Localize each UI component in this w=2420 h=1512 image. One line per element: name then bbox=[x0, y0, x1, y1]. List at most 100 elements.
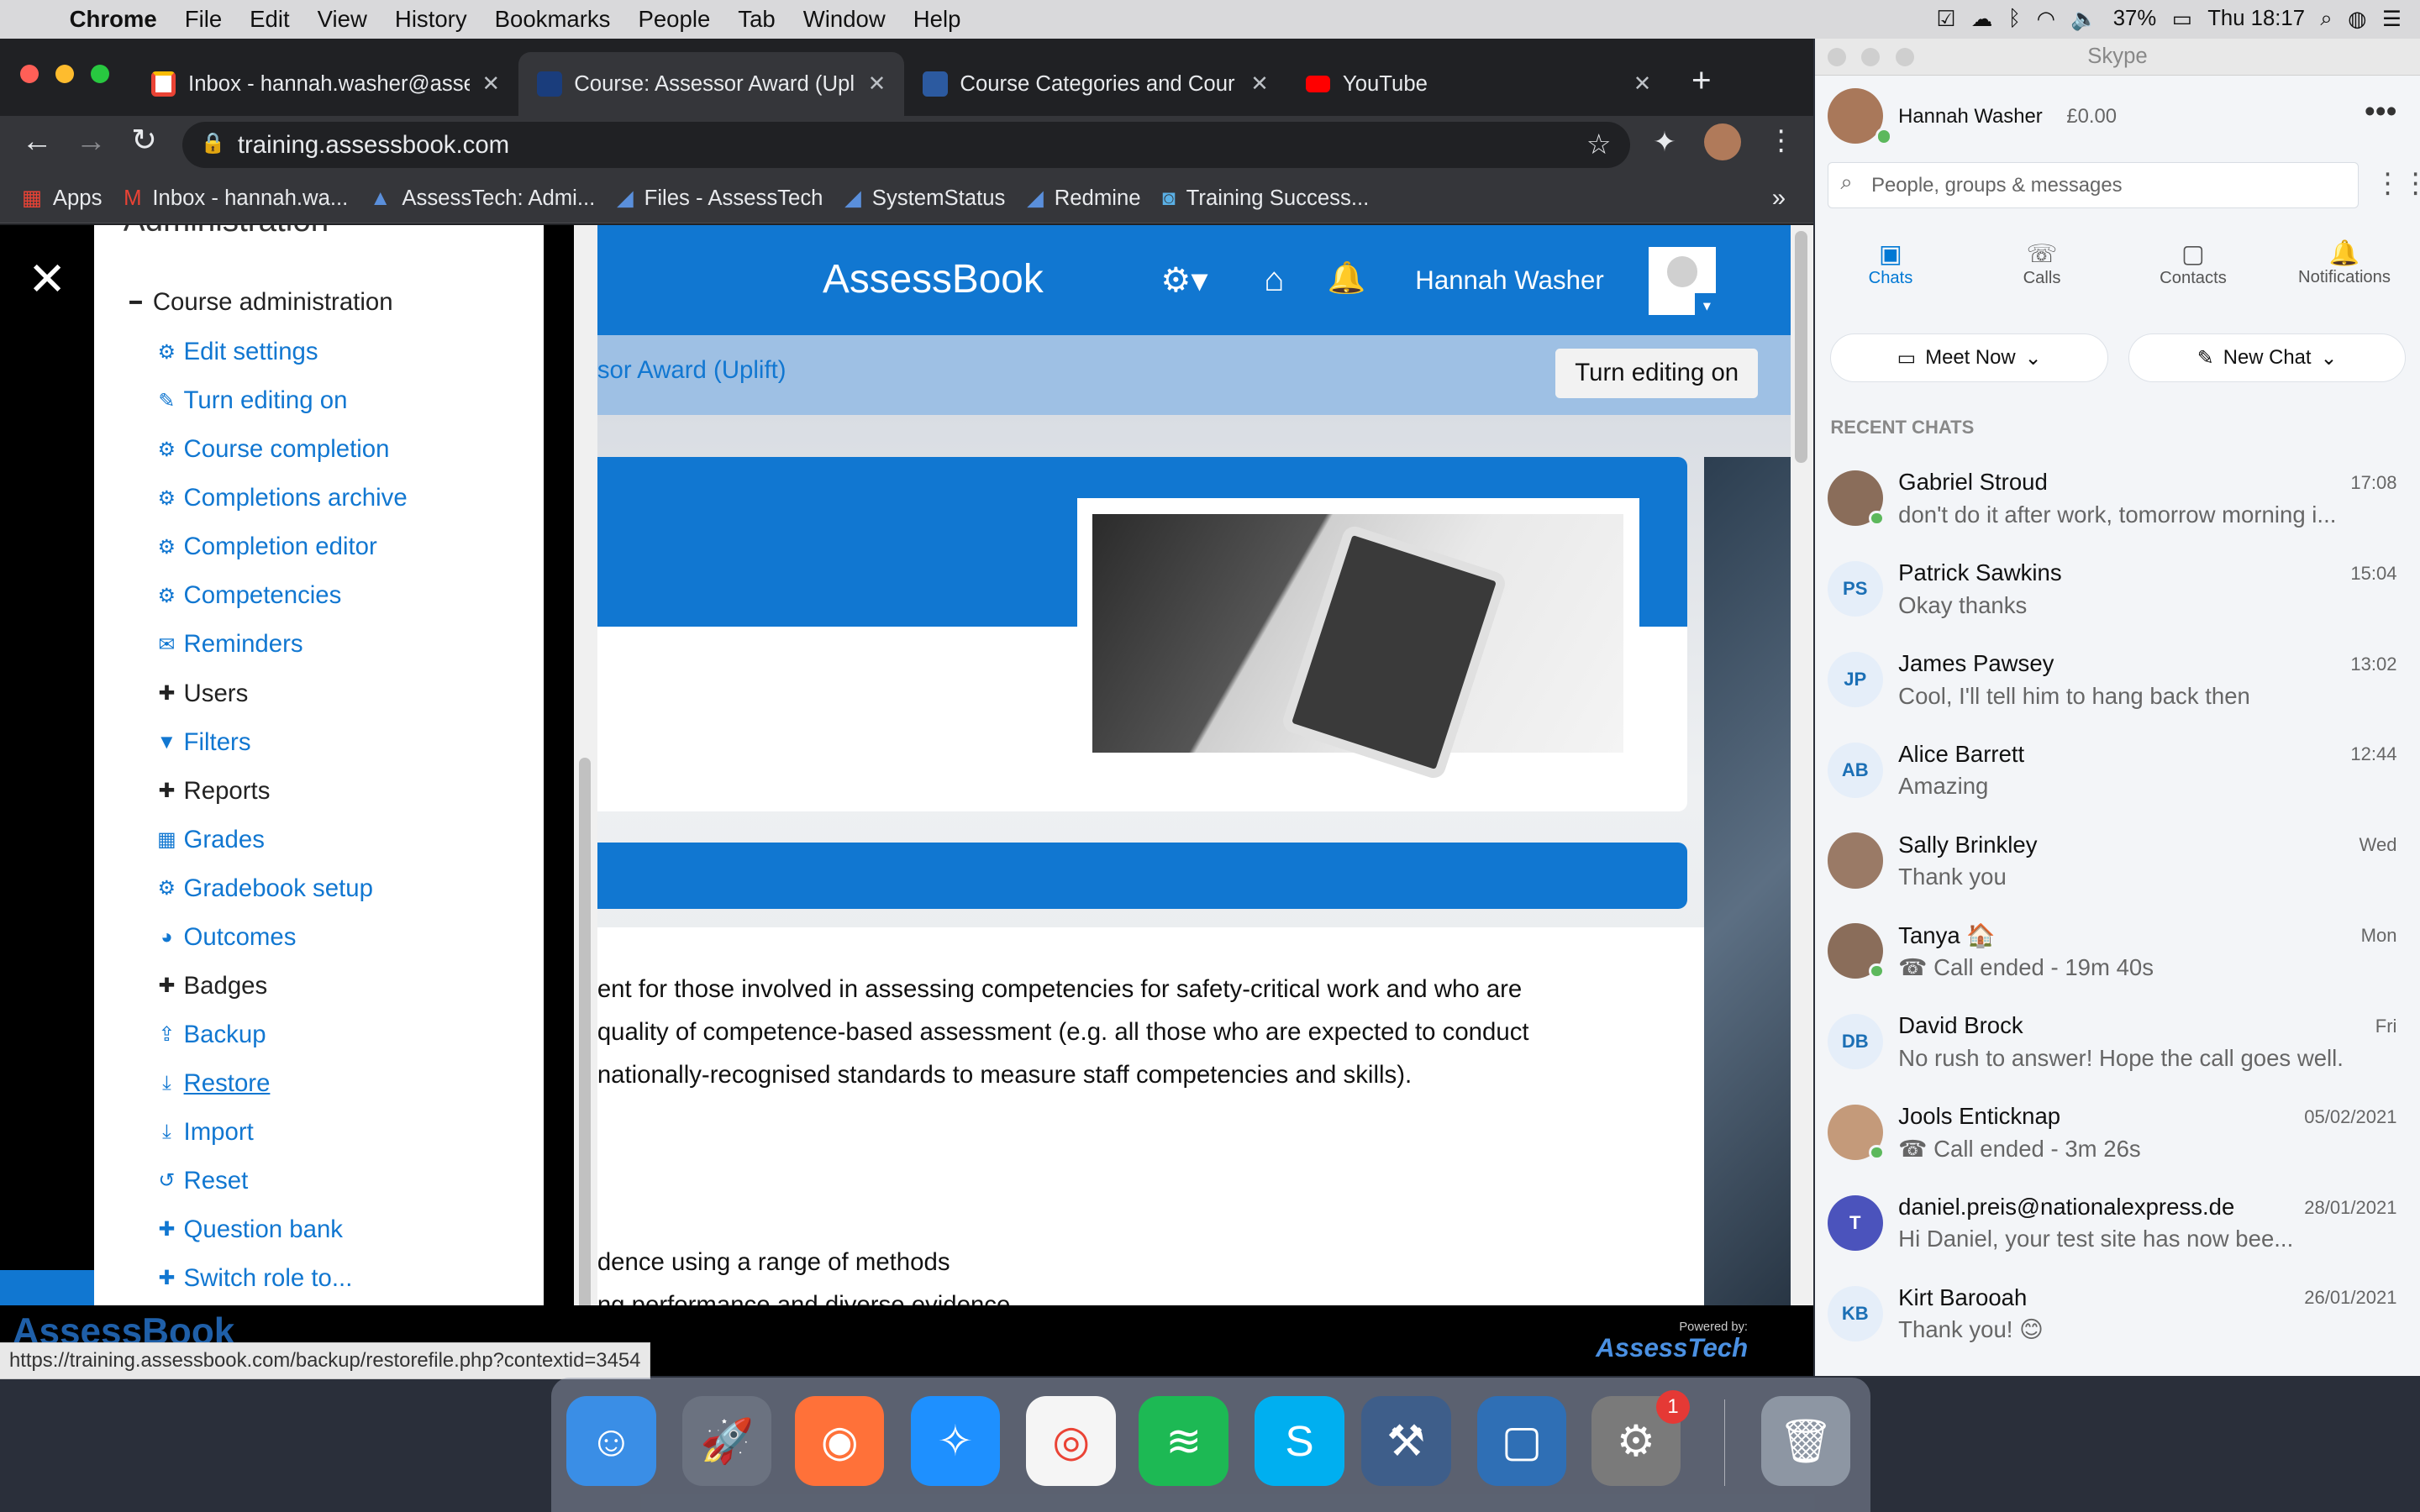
profile-avatar[interactable] bbox=[1827, 87, 1883, 144]
chat-item[interactable]: Tdaniel.preis@nationalexpress.de 28/01/20… bbox=[1815, 1183, 2420, 1273]
more-menu-icon[interactable]: ⋮ bbox=[1767, 123, 1795, 157]
admin-nav-item[interactable]: ✎ Turn editing on bbox=[156, 386, 347, 415]
menu-window[interactable]: Window bbox=[789, 6, 899, 33]
admin-nav-item[interactable]: ✉ Reminders bbox=[156, 630, 302, 659]
chat-item[interactable]: AB Alice Barrett 12:44 Amazing bbox=[1815, 730, 2420, 820]
drawer-scroll-thumb[interactable] bbox=[578, 757, 592, 1342]
dock-brackets-icon[interactable]: ▢ bbox=[1476, 1396, 1567, 1486]
nav-contacts[interactable]: ▢ Contacts bbox=[2118, 239, 2269, 288]
user-avatar[interactable]: ▾ bbox=[1648, 246, 1720, 318]
tab-course[interactable]: Course: Assessor Award (Upl ✕ bbox=[518, 52, 905, 116]
meet-now-button[interactable]: ▭ Meet Now ⌄ bbox=[1830, 333, 2108, 383]
more-options-icon[interactable]: ••• bbox=[2365, 94, 2397, 129]
admin-nav-item[interactable]: ▦ Grades bbox=[156, 826, 265, 854]
bookmark-redmine[interactable]: ◢ Redmine bbox=[1027, 186, 1141, 211]
admin-nav-item[interactable]: ✚ Reports bbox=[156, 777, 270, 806]
admin-nav-item[interactable]: ✚ Question bank bbox=[156, 1215, 343, 1244]
battery-percent[interactable]: 37% bbox=[2113, 7, 2156, 31]
close-drawer-icon[interactable]: ✕ bbox=[28, 255, 66, 302]
profile-avatar[interactable] bbox=[1703, 123, 1741, 160]
dock-safari-icon[interactable]: ✧ bbox=[910, 1396, 1001, 1486]
reload-icon[interactable]: ↻ bbox=[131, 122, 157, 158]
address-bar[interactable]: 🔒 training.assessbook.com ☆ bbox=[182, 122, 1630, 169]
turn-editing-on-button[interactable]: Turn editing on bbox=[1555, 349, 1759, 398]
dock-firefox-icon[interactable]: ◉ bbox=[794, 1396, 885, 1486]
forward-icon[interactable]: → bbox=[76, 123, 107, 159]
dock-launchpad-icon[interactable]: 🚀 bbox=[681, 1396, 772, 1486]
search-icon[interactable]: ⌕ bbox=[2320, 7, 2332, 32]
dock-spotify-icon[interactable]: ≋ bbox=[1139, 1396, 1228, 1486]
home-icon[interactable]: ⌂ bbox=[1264, 260, 1284, 299]
people-search-input[interactable]: ⌕ People, groups & messages bbox=[1827, 161, 2359, 208]
bookmark-assesstech-admin[interactable]: ▲ AssessTech: Admi... bbox=[370, 186, 595, 211]
user-name[interactable]: Hannah Washer bbox=[1415, 265, 1603, 296]
drawer-scrollbar[interactable] bbox=[574, 225, 597, 1342]
menu-people[interactable]: People bbox=[624, 6, 724, 33]
menu-bookmarks[interactable]: Bookmarks bbox=[481, 6, 624, 33]
admin-nav-item[interactable]: ⤓ Import bbox=[156, 1118, 254, 1147]
admin-nav-item[interactable]: ✚ Badges bbox=[156, 972, 267, 1000]
close-tab-icon[interactable]: ✕ bbox=[868, 71, 886, 97]
admin-nav-item[interactable]: ⚙ Edit settings bbox=[156, 338, 318, 366]
dialpad-icon[interactable]: ⋮⋮ bbox=[2374, 166, 2420, 200]
nav-notifications[interactable]: 🔔 Notifications bbox=[2269, 239, 2420, 287]
chat-item[interactable]: Jools Enticknap 05/02/2021 ☎ Call ended - … bbox=[1815, 1092, 2420, 1182]
volume-icon[interactable]: 🔈 bbox=[2070, 7, 2097, 32]
menu-app-name[interactable]: Chrome bbox=[55, 6, 171, 33]
menu-edit[interactable]: Edit bbox=[236, 6, 304, 33]
chat-item[interactable]: DB David Brock Fri No rush to answer! Hope … bbox=[1815, 1001, 2420, 1091]
star-icon[interactable]: ☆ bbox=[1586, 128, 1612, 161]
settings-gear-icon[interactable]: ⚙▾ bbox=[1160, 260, 1207, 300]
admin-nav-item[interactable]: ⚙ Competencies bbox=[156, 581, 342, 610]
admin-nav-item[interactable]: ✚ Switch role to... bbox=[156, 1264, 352, 1293]
site-brand[interactable]: AssessBook bbox=[823, 256, 1044, 302]
course-administration-toggle[interactable]: ━ Course administration bbox=[125, 288, 392, 317]
extensions-icon[interactable]: ✦ bbox=[1653, 125, 1676, 159]
admin-nav-item[interactable]: ⚙ Course completion bbox=[156, 435, 390, 464]
admin-nav-item[interactable]: ⇪ Backup bbox=[156, 1021, 266, 1049]
tab-gmail[interactable]: Inbox - hannah.washer@asse ✕ bbox=[133, 52, 518, 115]
admin-nav-item[interactable]: ⚙ Completions archive bbox=[156, 484, 408, 512]
control-center-icon[interactable]: ☰ bbox=[2382, 7, 2402, 32]
nav-chats[interactable]: ▣ Chats bbox=[1815, 239, 1966, 288]
dock-mysql-workbench-icon[interactable]: ⚒ bbox=[1360, 1396, 1451, 1486]
admin-nav-item[interactable]: ◕ Outcomes bbox=[156, 923, 296, 952]
chat-item[interactable]: Tanya 🏠 Mon ☎ Call ended - 19m 40s bbox=[1815, 911, 2420, 1001]
admin-nav-item[interactable]: ↺ Reset bbox=[156, 1167, 248, 1195]
bluetooth-icon[interactable]: ᛒ bbox=[2008, 7, 2021, 31]
chat-item[interactable]: PS Patrick Sawkins 15:04 Okay thanks bbox=[1815, 549, 2420, 638]
dock-skype-icon[interactable]: S bbox=[1255, 1396, 1344, 1486]
dock-trash-icon[interactable]: 🗑 bbox=[1760, 1396, 1851, 1486]
chat-item[interactable]: Gabriel Stroud 17:08 don't do it after wor… bbox=[1815, 458, 2420, 548]
clock[interactable]: Thu 18:17 bbox=[2207, 7, 2305, 31]
chat-item[interactable]: JP James Pawsey 13:02 Cool, I'll tell him t… bbox=[1815, 639, 2420, 729]
admin-nav-item[interactable]: ⚙ Completion editor bbox=[156, 533, 377, 561]
page-scrollbar[interactable] bbox=[1790, 225, 1814, 1342]
wifi-icon[interactable]: ◠ bbox=[2037, 7, 2055, 32]
close-tab-icon[interactable]: ✕ bbox=[1634, 71, 1652, 97]
siri-icon[interactable]: ◍ bbox=[2348, 7, 2366, 32]
admin-nav-item[interactable]: ⚙ Gradebook setup bbox=[156, 874, 373, 903]
cloud-icon[interactable]: ☁ bbox=[1971, 7, 1993, 32]
menu-file[interactable]: File bbox=[171, 6, 235, 33]
menu-history[interactable]: History bbox=[381, 6, 481, 33]
tab-course-categories[interactable]: Course Categories and Cour ✕ bbox=[904, 52, 1287, 115]
bookmark-systemstatus[interactable]: ◢ SystemStatus bbox=[844, 186, 1005, 211]
dock-chrome-icon[interactable]: ◎ bbox=[1026, 1396, 1116, 1486]
dock-finder-icon[interactable]: ☺ bbox=[566, 1396, 656, 1486]
admin-nav-item[interactable]: ⤓ Restore bbox=[156, 1069, 270, 1098]
menu-tab[interactable]: Tab bbox=[724, 6, 789, 33]
chat-item[interactable]: Sally Brinkley Wed Thank you bbox=[1815, 821, 2420, 911]
recent-chats-header[interactable]: RECENT CHATS bbox=[1830, 417, 1974, 438]
chat-item[interactable]: KB Kirt Barooah 26/01/2021 Thank you! 😊 bbox=[1815, 1273, 2420, 1363]
zoom-window-button[interactable] bbox=[91, 65, 110, 84]
bookmark-apps[interactable]: ▦ Apps bbox=[22, 186, 103, 211]
bookmark-training-success[interactable]: ◙ Training Success... bbox=[1162, 186, 1369, 211]
minimize-window-button[interactable] bbox=[55, 65, 75, 84]
page-scroll-thumb[interactable] bbox=[1795, 231, 1807, 463]
new-tab-icon[interactable]: + bbox=[1691, 60, 1712, 100]
admin-nav-item[interactable]: ✚ Users bbox=[156, 680, 248, 708]
checkmark-icon[interactable]: ☑ bbox=[1936, 7, 1955, 32]
menu-view[interactable]: View bbox=[303, 6, 381, 33]
menu-help[interactable]: Help bbox=[899, 6, 975, 33]
